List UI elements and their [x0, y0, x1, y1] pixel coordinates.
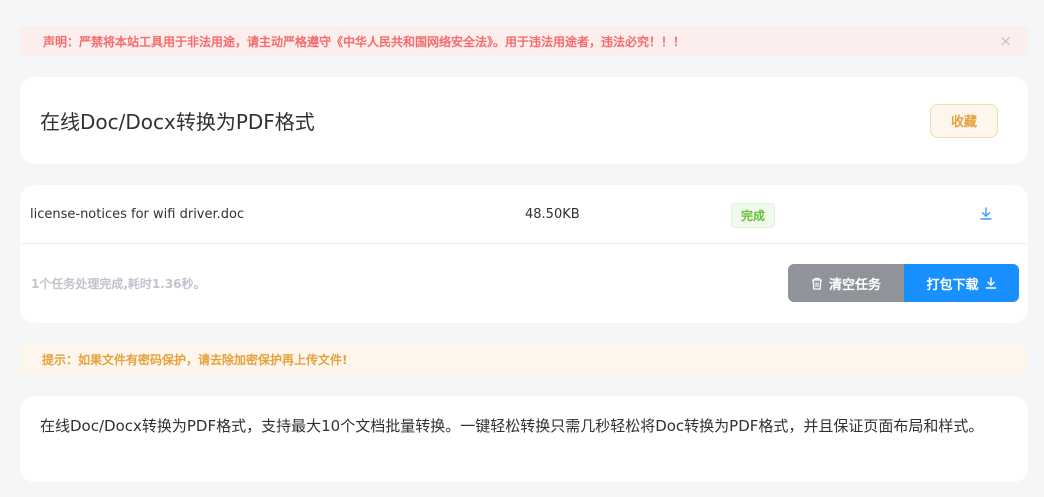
password-tip-text: 提示：如果文件有密码保护，请去除加密保护再上传文件!	[42, 353, 348, 367]
legal-notice-text: 声明：严禁将本站工具用于非法用途，请主动严格遵守《中华人民共和国网络安全法》。用…	[43, 34, 686, 49]
pack-download-label: 打包下载	[926, 277, 979, 293]
title-card: 在线Doc/Docx转换为PDF格式 收藏	[20, 77, 1028, 164]
task-card: license-notices for wifi driver.doc 48.5…	[20, 185, 1028, 323]
trash-icon	[811, 277, 822, 290]
status-badge: 完成	[731, 203, 776, 228]
close-icon[interactable]: ×	[999, 33, 1012, 49]
task-row: license-notices for wifi driver.doc 48.5…	[20, 185, 1028, 244]
task-filename: license-notices for wifi driver.doc	[30, 206, 245, 222]
description-card: 在线Doc/Docx转换为PDF格式，支持最大10个文档批量转换。一键轻松转换只…	[20, 396, 1028, 482]
legal-notice-alert: 声明：严禁将本站工具用于非法用途，请主动严格遵守《中华人民共和国网络安全法》。用…	[20, 26, 1028, 56]
task-filesize: 48.50KB	[525, 206, 580, 222]
favorite-button[interactable]: 收藏	[930, 103, 998, 138]
download-icon	[985, 277, 996, 289]
description-text: 在线Doc/Docx转换为PDF格式，支持最大10个文档批量转换。一键轻松转换只…	[40, 417, 984, 435]
pack-download-button[interactable]: 打包下载	[904, 264, 1019, 302]
clear-tasks-button[interactable]: 清空任务	[788, 264, 904, 302]
download-icon[interactable]	[978, 206, 994, 222]
page-title: 在线Doc/Docx转换为PDF格式	[40, 110, 315, 134]
task-summary: 1个任务处理完成,耗时1.36秒。	[31, 277, 206, 291]
task-footer: 1个任务处理完成,耗时1.36秒。 清空任务 打包下载	[20, 244, 1028, 323]
password-tip-alert: 提示：如果文件有密码保护，请去除加密保护再上传文件!	[20, 344, 1028, 375]
clear-tasks-label: 清空任务	[828, 277, 881, 293]
